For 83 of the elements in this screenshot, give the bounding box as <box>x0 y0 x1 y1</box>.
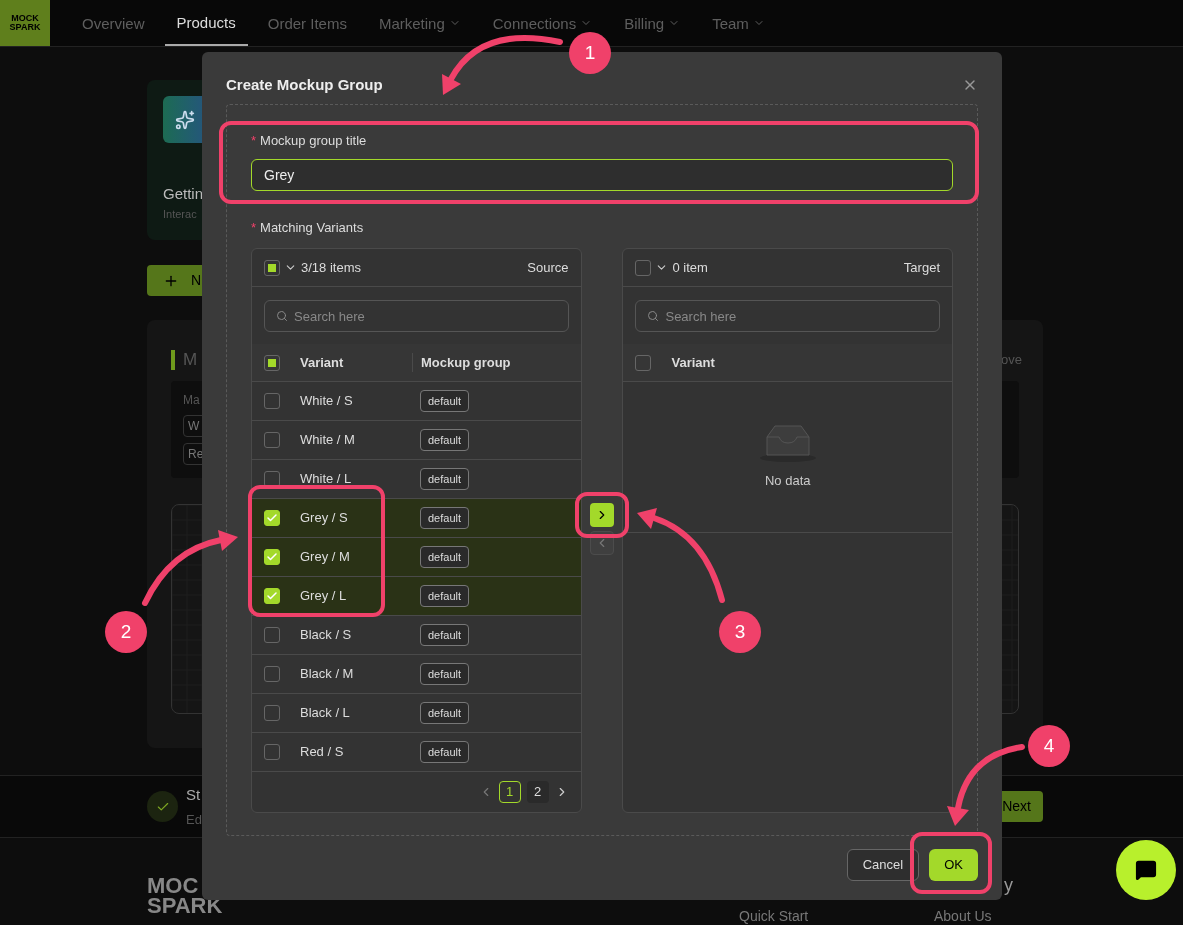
group-tag: default <box>420 546 470 568</box>
dialog-button[interactable]: OK <box>929 849 978 881</box>
table-row[interactable]: Grey / S default <box>252 499 581 538</box>
group-tag: default <box>420 429 470 451</box>
variant-name: Black / M <box>300 665 355 684</box>
page-button[interactable]: 1 <box>498 781 521 803</box>
card-subtitle: Interac <box>163 206 198 222</box>
group-tag: default <box>420 663 470 685</box>
variant-name: White / L <box>300 470 353 489</box>
panel-title: Target <box>903 258 940 277</box>
checkbox[interactable] <box>264 549 280 565</box>
table-row[interactable]: Grey / M default <box>252 538 581 577</box>
checkbox[interactable] <box>635 259 652 276</box>
filter-label: Ma <box>183 392 200 409</box>
variant-name: Grey / M <box>300 548 351 567</box>
dialog-button[interactable]: Cancel <box>846 849 920 881</box>
checkbox[interactable] <box>264 627 280 643</box>
checkbox[interactable] <box>264 588 280 604</box>
variant-name: White / S <box>300 392 354 411</box>
search-field[interactable]: Search here <box>635 300 940 332</box>
empty-inbox-icon <box>758 423 817 464</box>
footer-logo: MOC SPARK <box>147 876 223 916</box>
field-label: Mockup group title <box>260 132 367 150</box>
group-tag: default <box>420 741 470 763</box>
checkbox[interactable] <box>264 510 280 526</box>
checkbox[interactable] <box>264 744 280 760</box>
step-number-badge: 2 <box>105 611 147 653</box>
logo[interactable]: MOCK SPARK <box>0 0 50 46</box>
checkbox[interactable] <box>264 393 280 409</box>
column-header: Variant <box>671 353 715 372</box>
footer-heading: y <box>1004 874 1013 897</box>
item-count: 0 item <box>672 258 708 277</box>
group-tag: default <box>420 624 470 646</box>
check-icon <box>266 590 278 602</box>
accent-bar <box>171 350 175 370</box>
field-label: Matching Variants <box>260 218 364 237</box>
variant-name: Red / S <box>300 743 345 762</box>
variant-name: Grey / L <box>300 587 348 606</box>
variant-name: White / M <box>300 431 356 450</box>
page-button[interactable]: 2 <box>526 781 549 803</box>
check-icon <box>266 512 278 524</box>
transfer-button[interactable] <box>590 503 614 527</box>
panel-title: Source <box>527 258 569 277</box>
group-tag: default <box>420 390 470 412</box>
step-title: St <box>186 784 202 805</box>
empty-text: No data <box>764 472 811 491</box>
checkbox[interactable] <box>635 354 652 371</box>
group-tag: default <box>420 468 470 490</box>
chat-icon <box>1135 859 1157 881</box>
footer-link[interactable]: Quick Start <box>739 906 809 925</box>
column-header: Mockup group <box>412 352 511 373</box>
variant-name: Black / S <box>300 626 353 645</box>
section-title: M <box>183 349 198 372</box>
chat-button[interactable] <box>1116 840 1176 900</box>
checkbox[interactable] <box>264 259 280 276</box>
card-title: Gettin <box>163 184 205 204</box>
variant-name: Grey / S <box>300 509 349 528</box>
checkbox[interactable] <box>264 471 280 487</box>
item-count: 3/18 items <box>301 258 361 277</box>
group-tag: default <box>420 585 470 607</box>
required-mark: * <box>251 132 257 150</box>
table-row[interactable]: Grey / L default <box>252 577 581 616</box>
step-number-badge: 4 <box>1028 725 1070 767</box>
step-subtitle: Ed <box>186 811 202 829</box>
group-tag: default <box>420 702 470 724</box>
checkbox[interactable] <box>264 432 280 448</box>
checkbox[interactable] <box>264 666 280 682</box>
footer-link[interactable]: About Us <box>934 906 992 925</box>
variant-name: Black / L <box>300 704 351 723</box>
group-tag: default <box>420 507 470 529</box>
search-icon <box>647 310 660 322</box>
dialog-title: Create Mockup Group <box>226 74 383 95</box>
column-header: Variant <box>300 353 345 372</box>
search-field[interactable]: Search here <box>264 300 569 332</box>
check-icon <box>266 551 278 563</box>
required-mark: * <box>251 218 257 237</box>
nav-tab[interactable]: Products <box>164 0 248 46</box>
title-input[interactable]: Grey <box>251 158 953 191</box>
sparkle-icon <box>175 109 195 130</box>
highlight-frame <box>575 492 629 538</box>
search-icon <box>276 310 288 322</box>
checkbox[interactable] <box>264 705 280 721</box>
checkbox[interactable] <box>264 354 280 371</box>
